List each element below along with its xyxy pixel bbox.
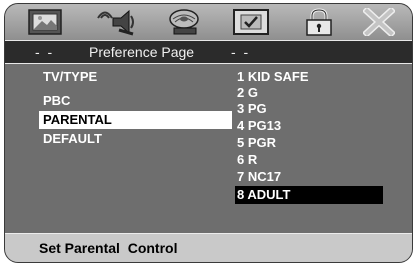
rating-option-adult[interactable]: 8 ADULT	[235, 186, 383, 204]
audio-speaker-icon[interactable]	[97, 7, 137, 37]
checklist-icon[interactable]	[231, 7, 271, 37]
menu-item-pbc[interactable]: PBC	[39, 92, 232, 110]
menu-item-parental[interactable]: PARENTAL	[39, 111, 232, 129]
lock-icon[interactable]	[299, 7, 339, 37]
rating-option-pg13[interactable]: 4 PG13	[235, 117, 383, 135]
rating-option-pgr[interactable]: 5 PGR	[235, 134, 383, 152]
exit-x-icon[interactable]	[359, 7, 399, 37]
setup-menu-panel: - - Preference Page - - TV/TYPE PBC PARE…	[4, 3, 413, 263]
status-bar: Set Parental Control	[5, 233, 412, 262]
rating-option-pg[interactable]: 3 PG	[235, 100, 383, 118]
disc-icon[interactable]	[165, 7, 205, 37]
menu-item-tv-type[interactable]: TV/TYPE	[39, 68, 232, 86]
rating-option-nc17[interactable]: 7 NC17	[235, 168, 383, 186]
menu-item-default[interactable]: DEFAULT	[39, 130, 232, 148]
rating-option-r[interactable]: 6 R	[235, 151, 383, 169]
page-title-bar: - - Preference Page - -	[5, 40, 412, 64]
tv-setup-icon[interactable]	[25, 7, 65, 37]
page-title: Preference Page	[89, 44, 195, 60]
setup-toolbar	[5, 4, 412, 40]
title-left-dashes: - -	[35, 44, 53, 60]
status-text: Set Parental Control	[39, 240, 178, 256]
title-right-dashes: - -	[231, 44, 249, 60]
